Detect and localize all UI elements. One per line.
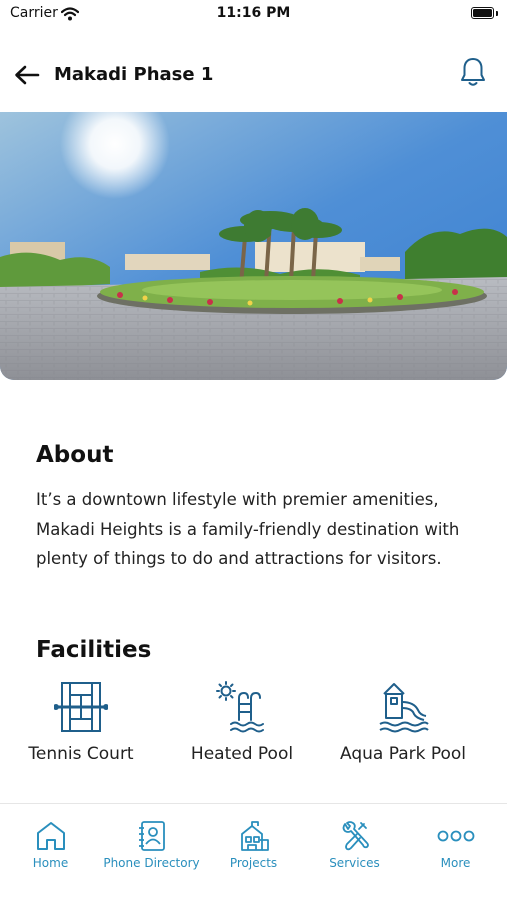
status-time: 11:16 PM bbox=[216, 5, 291, 21]
facilities-heading: Facilities bbox=[36, 637, 152, 663]
facility-tennis-court[interactable]: Tennis Court bbox=[6, 680, 156, 772]
tab-home[interactable]: Home bbox=[0, 818, 101, 878]
page-title: Makadi Phase 1 bbox=[54, 64, 214, 85]
facility-aqua-park-pool[interactable]: Aqua Park Pool bbox=[328, 680, 478, 772]
about-heading: About bbox=[36, 442, 114, 468]
home-icon bbox=[0, 820, 101, 854]
tab-label: Phone Directory bbox=[103, 856, 200, 870]
back-button[interactable] bbox=[12, 62, 42, 88]
notifications-button[interactable] bbox=[458, 55, 488, 89]
tab-more[interactable]: More bbox=[405, 818, 506, 878]
aqua-park-icon bbox=[328, 680, 478, 736]
tab-label: More bbox=[440, 856, 471, 870]
tennis-court-icon bbox=[6, 680, 156, 736]
facility-label: Tennis Court bbox=[28, 744, 134, 764]
arrow-left-icon bbox=[15, 65, 40, 85]
facility-heated-pool[interactable]: Heated Pool bbox=[167, 680, 317, 772]
projects-icon bbox=[203, 820, 304, 854]
status-bar: Carrier 11:16 PM bbox=[0, 0, 507, 28]
services-icon bbox=[304, 820, 405, 854]
bell-icon bbox=[461, 58, 485, 86]
project-hero-image bbox=[0, 112, 507, 380]
about-description: It’s a downtown lifestyle with premier a… bbox=[36, 490, 460, 568]
navigation-bar: Makadi Phase 1 bbox=[0, 40, 507, 110]
facility-label: Aqua Park Pool bbox=[339, 744, 467, 764]
heated-pool-icon bbox=[167, 680, 317, 736]
tab-label: Projects bbox=[229, 856, 278, 870]
more-icon bbox=[405, 820, 506, 854]
tab-label: Home bbox=[32, 856, 69, 870]
tab-label: Services bbox=[329, 856, 380, 870]
bottom-tab-bar: Home Phone Directory Projects Services M… bbox=[0, 803, 507, 901]
battery-icon bbox=[471, 7, 498, 19]
tab-projects[interactable]: Projects bbox=[203, 818, 304, 878]
tab-phone-directory[interactable]: Phone Directory bbox=[101, 818, 202, 878]
facility-label: Heated Pool bbox=[190, 744, 294, 764]
phone-directory-icon bbox=[101, 820, 202, 854]
tab-services[interactable]: Services bbox=[304, 818, 405, 878]
